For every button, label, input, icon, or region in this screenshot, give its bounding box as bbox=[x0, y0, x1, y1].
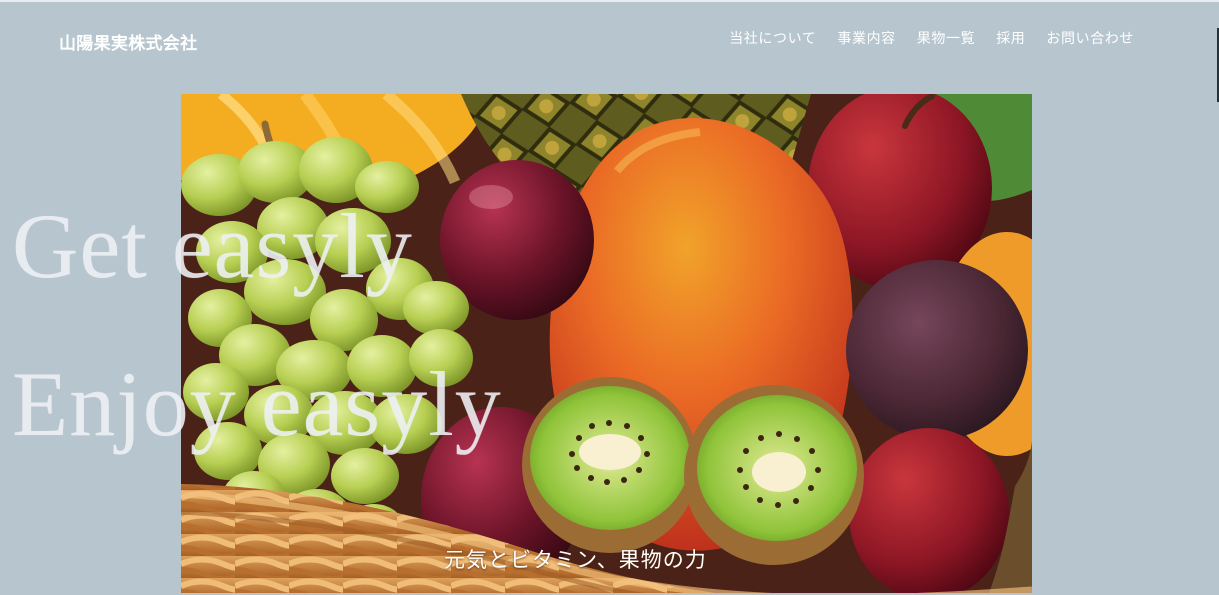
hero-fruit-image bbox=[181, 94, 1032, 593]
site-title[interactable]: 山陽果実株式会社 bbox=[59, 29, 197, 54]
nav-link-about[interactable]: 当社について bbox=[729, 28, 816, 48]
site-header: 山陽果実株式会社 当社について 事業内容 果物一覧 採用 お問い合わせ bbox=[0, 0, 1219, 78]
nav-link-fruit-list[interactable]: 果物一覧 bbox=[917, 28, 975, 48]
fruit-basket-illustration bbox=[181, 94, 1032, 593]
hero-slogan-line-2: Enjoy easyly bbox=[12, 353, 502, 455]
nav-link-contact[interactable]: お問い合わせ bbox=[1046, 28, 1134, 48]
nav-link-business[interactable]: 事業内容 bbox=[837, 28, 895, 48]
kiwi-left bbox=[522, 377, 698, 553]
main-nav: 当社について 事業内容 果物一覧 採用 お問い合わせ bbox=[729, 28, 1134, 48]
nav-link-recruitment[interactable]: 採用 bbox=[996, 28, 1025, 48]
hero-caption: 元気とビタミン、果物の力 bbox=[444, 548, 707, 572]
hero-slogan-line-1: Get easyly bbox=[12, 195, 413, 297]
kiwi-right bbox=[684, 385, 864, 565]
